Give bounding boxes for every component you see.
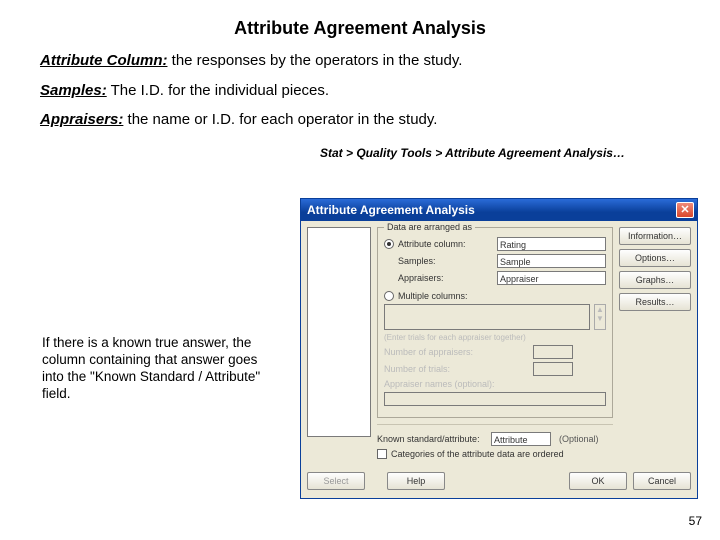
input-known-standard[interactable]: Attribute: [491, 432, 551, 446]
lbl-samples: Samples:: [398, 256, 493, 266]
lbl-multiple-columns: Multiple columns:: [398, 291, 493, 301]
def-samples: Samples: The I.D. for the individual pie…: [40, 81, 680, 101]
radio-attribute-column[interactable]: [384, 239, 394, 249]
cancel-button[interactable]: Cancel: [633, 472, 691, 490]
close-icon[interactable]: ✕: [676, 202, 694, 218]
term-samples: Samples:: [40, 82, 107, 99]
group-title: Data are arranged as: [384, 222, 475, 232]
def-attribute: Attribute Column: the responses by the o…: [40, 51, 680, 71]
select-button[interactable]: Select: [307, 472, 365, 490]
lbl-optional: (Optional): [559, 434, 599, 444]
titlebar[interactable]: Attribute Agreement Analysis ✕: [301, 199, 697, 221]
graphs-button[interactable]: Graphs…: [619, 271, 691, 289]
input-num-trials[interactable]: [533, 362, 573, 376]
text-samples: The I.D. for the individual pieces.: [107, 82, 329, 99]
input-multiple-columns[interactable]: [384, 304, 590, 330]
input-appraisers[interactable]: Appraiser: [497, 271, 606, 285]
def-appraisers: Appraisers: the name or I.D. for each op…: [40, 110, 680, 130]
lbl-appraisers: Appraisers:: [398, 273, 493, 283]
variable-listbox[interactable]: [307, 227, 371, 437]
group-data-arranged: Data are arranged as Attribute column: R…: [377, 227, 613, 418]
radio-multiple-columns[interactable]: [384, 291, 394, 301]
dialog-title: Attribute Agreement Analysis: [307, 203, 475, 217]
lbl-num-appraisers: Number of appraisers:: [384, 347, 529, 357]
definitions: Attribute Column: the responses by the o…: [0, 39, 720, 146]
lbl-appraiser-names: Appraiser names (optional):: [384, 379, 529, 389]
lbl-num-trials: Number of trials:: [384, 364, 529, 374]
term-attribute: Attribute Column:: [40, 52, 167, 69]
information-button[interactable]: Information…: [619, 227, 691, 245]
ok-button[interactable]: OK: [569, 472, 627, 490]
known-standard-note: If there is a known true answer, the col…: [42, 335, 272, 403]
hint-trials: (Enter trials for each appraiser togethe…: [384, 333, 526, 342]
input-samples[interactable]: Sample: [497, 254, 606, 268]
lbl-ordered: Categories of the attribute data are ord…: [391, 449, 564, 459]
input-appraiser-names[interactable]: [384, 392, 606, 406]
slide-title: Attribute Agreement Analysis: [0, 0, 720, 39]
checkbox-ordered[interactable]: [377, 449, 387, 459]
dialog-attribute-agreement: Attribute Agreement Analysis ✕ Data are …: [300, 198, 698, 499]
menu-path: Stat > Quality Tools > Attribute Agreeme…: [320, 146, 720, 160]
term-appraisers: Appraisers:: [40, 111, 123, 128]
options-button[interactable]: Options…: [619, 249, 691, 267]
scroll-icon: ▲▼: [594, 304, 606, 330]
help-button[interactable]: Help: [387, 472, 445, 490]
input-num-appraisers[interactable]: [533, 345, 573, 359]
text-attribute: the responses by the operators in the st…: [167, 52, 462, 69]
text-appraisers: the name or I.D. for each operator in th…: [123, 111, 437, 128]
results-button[interactable]: Results…: [619, 293, 691, 311]
input-attribute-column[interactable]: Rating: [497, 237, 606, 251]
page-number: 57: [689, 514, 702, 528]
lbl-attribute-column: Attribute column:: [398, 239, 493, 249]
lbl-known-standard: Known standard/attribute:: [377, 434, 487, 444]
